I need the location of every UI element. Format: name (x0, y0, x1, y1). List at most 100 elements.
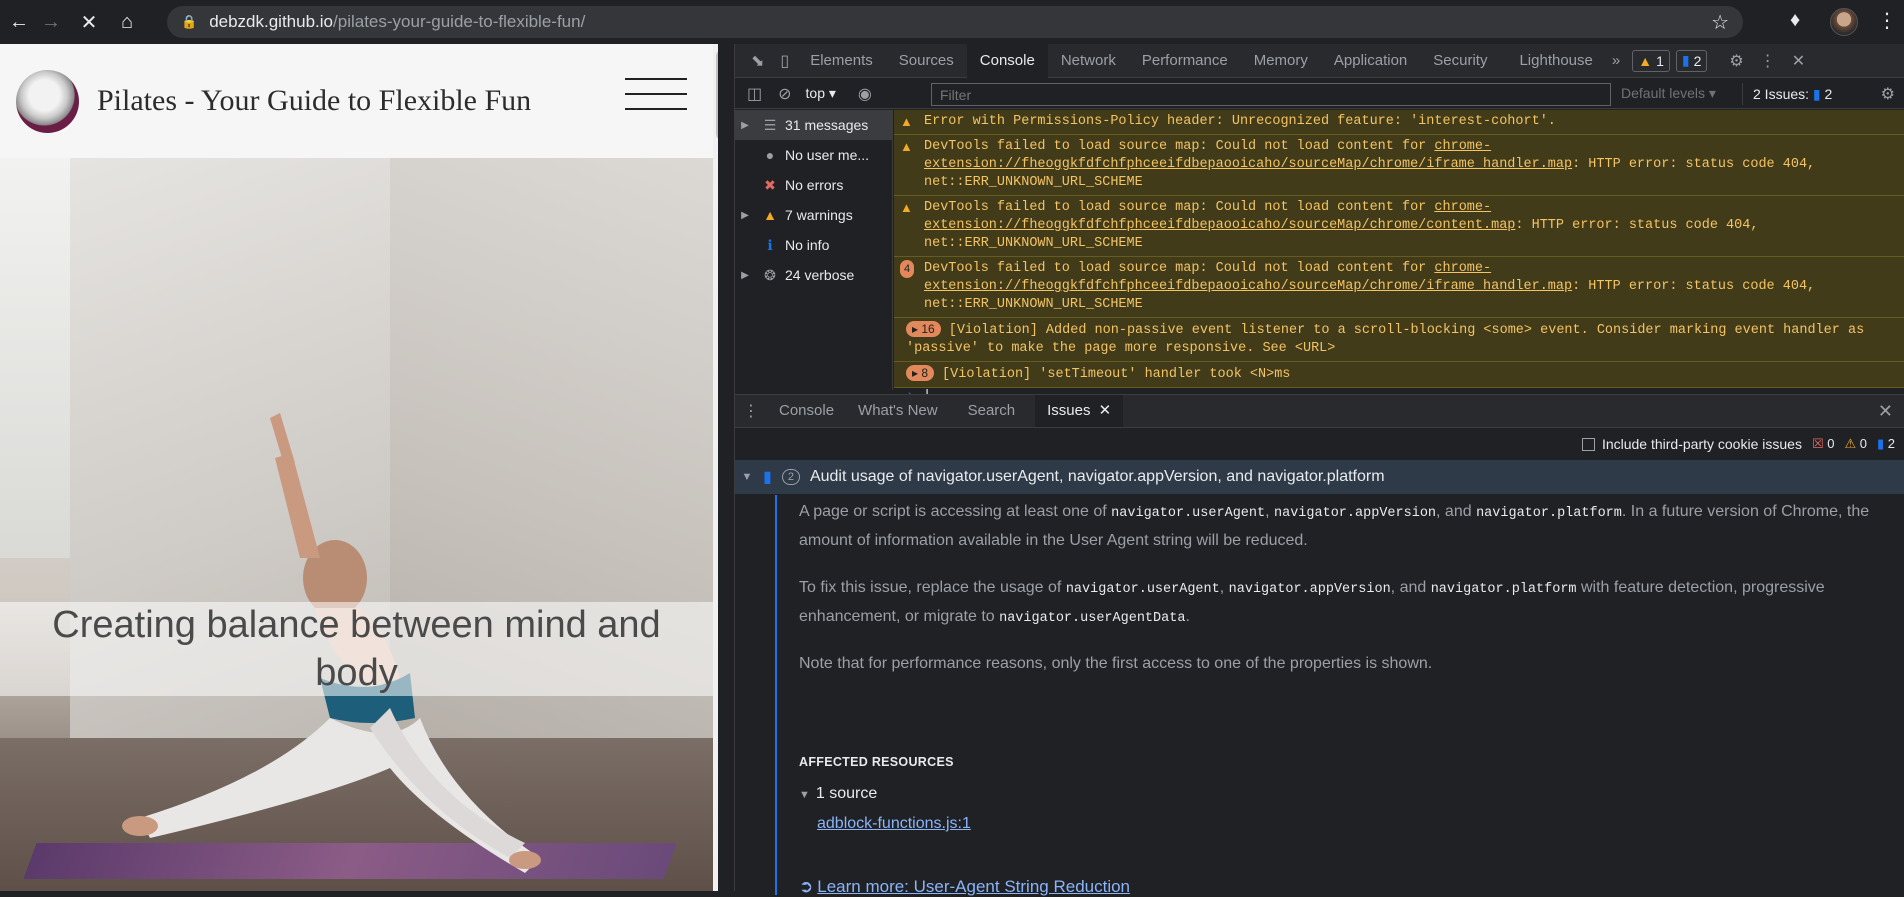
sidebar-item-messages[interactable]: ▶ ☰ 31 messages (735, 110, 892, 140)
site-header: Pilates - Your Guide to Flexible Fun (0, 44, 718, 158)
issues-toolbar: Include third-party cookie issues ☒ 0 ⚠ … (735, 429, 1904, 459)
warning-icon: ▲ (1638, 52, 1653, 69)
drawer-tab-issues[interactable]: Issues ✕ (1035, 395, 1124, 427)
console-settings-icon[interactable]: ⚙ (1873, 84, 1903, 104)
warnings-badge[interactable]: ▲ 1 (1632, 49, 1670, 72)
hero-banner: Creating balance between mind and body (0, 602, 713, 696)
warning-icon: ⚠ (1844, 436, 1857, 451)
inspect-element-icon[interactable]: ⬊ (743, 51, 772, 71)
settings-gear-icon[interactable]: ⚙ (1721, 51, 1751, 71)
console-message[interactable]: 4 DevTools failed to load source map: Cou… (894, 257, 1904, 318)
site-title: Pilates - Your Guide to Flexible Fun (97, 84, 532, 117)
lock-icon[interactable]: 🔒 (181, 14, 197, 30)
back-button[interactable]: ← (6, 9, 32, 35)
issue-icon: ▮ (1681, 52, 1690, 68)
bookmark-star-icon[interactable]: ☆ (1711, 10, 1729, 35)
drawer-tab-console[interactable]: Console (767, 395, 846, 427)
warning-icon: ▲ (900, 200, 913, 215)
tab-network[interactable]: Network (1048, 44, 1129, 78)
stop-loading-button[interactable]: ✕ (76, 9, 102, 35)
console-message[interactable]: ▲ DevTools failed to load source map: Cou… (894, 135, 1904, 196)
close-drawer-icon[interactable]: ✕ (1878, 401, 1893, 422)
drawer-tab-whats-new[interactable]: What's New (846, 395, 950, 427)
web-page-viewport: Pilates - Your Guide to Flexible Fun Cre… (0, 44, 718, 891)
tab-sources[interactable]: Sources (886, 44, 967, 78)
avatar[interactable] (1830, 8, 1858, 36)
source-count-toggle[interactable]: ▼ 1 source (799, 785, 877, 803)
device-toolbar-icon[interactable]: ▯ (772, 51, 797, 71)
sidebar-item-info[interactable]: ℹ No info (735, 230, 892, 260)
sidebar-item-warnings[interactable]: ▶ ▲ 7 warnings (735, 200, 892, 230)
info-count: ▮ 2 (1876, 436, 1895, 451)
sidebar-item-errors[interactable]: ✖ No errors (735, 170, 892, 200)
hero-text: Creating balance between mind and body (52, 604, 661, 694)
sidebar-item-verbose[interactable]: ▶ ❂ 24 verbose (735, 260, 892, 290)
tab-lighthouse[interactable]: Lighthouse (1506, 44, 1605, 78)
devtools-menu-icon[interactable]: ⋮ (1752, 51, 1784, 71)
issues-badge[interactable]: ▮ 2 (1675, 49, 1708, 72)
close-devtools-icon[interactable]: ✕ (1784, 51, 1813, 71)
drawer-menu-icon[interactable]: ⋮ (735, 401, 767, 421)
expand-arrow-icon: ▼ (799, 789, 810, 801)
tab-elements[interactable]: Elements (797, 44, 886, 78)
tab-security[interactable]: Security (1420, 44, 1500, 78)
drawer-tab-search[interactable]: Search (956, 395, 1028, 427)
tab-console[interactable]: Console (966, 43, 1048, 78)
console-message[interactable]: ▸ 8 [Violation] 'setTimeout' handler took… (894, 362, 1904, 388)
list-icon: ☰ (763, 116, 777, 133)
issues-button[interactable]: 2 Issues: ▮ 2 (1742, 83, 1842, 105)
tab-application[interactable]: Application (1321, 44, 1420, 78)
issue-note: Note that for performance reasons, only … (799, 655, 1433, 672)
third-party-cookie-checkbox[interactable] (1581, 437, 1595, 451)
hero-image: Creating balance between mind and body (0, 158, 713, 891)
issue-icon: ▮ (1876, 436, 1885, 451)
console-message[interactable]: ▲ DevTools failed to load source map: Cou… (894, 196, 1904, 257)
clear-console-icon[interactable]: ⊘ (770, 84, 799, 104)
issue-details: A page or script is accessing at least o… (775, 495, 1904, 897)
hamburger-menu-icon[interactable] (625, 78, 687, 118)
expand-arrow-icon[interactable]: ▼ (735, 471, 759, 483)
repeat-count-badge[interactable]: ▸ 16 (906, 321, 941, 337)
close-tab-icon[interactable]: ✕ (1099, 402, 1112, 419)
console-message[interactable]: ▸ 16 [Violation] Added non-passive event … (894, 318, 1904, 362)
affected-source-link[interactable]: adblock-functions.js:1 (817, 815, 971, 833)
console-filter-input[interactable] (931, 83, 1611, 106)
context-selector[interactable]: top ▾ (806, 85, 836, 102)
error-icon: ☒ (1811, 436, 1824, 451)
error-icon: ✖ (764, 176, 776, 193)
third-party-cookie-label: Include third-party cookie issues (1601, 436, 1802, 452)
tab-memory[interactable]: Memory (1241, 44, 1321, 78)
learn-more-link[interactable]: ➲ Learn more: User-Agent String Reduction (799, 877, 1130, 897)
console-toolbar: ◫ ⊘ top ▾ ◉ Default levels ▾ 2 Issues: ▮… (735, 79, 1904, 109)
sidebar-item-user-messages[interactable]: ● No user me... (735, 140, 892, 170)
warning-icon: ▲ (763, 207, 777, 223)
devtools-tabbar: ⬊ ▯ Elements Sources Console Network Per… (735, 43, 1904, 78)
site-logo[interactable] (16, 70, 79, 133)
forward-button[interactable]: → (38, 9, 64, 35)
default-levels-dropdown[interactable]: Default levels ▾ (1621, 85, 1716, 102)
tab-performance[interactable]: Performance (1129, 44, 1241, 78)
issue-icon: ▮ (1812, 86, 1821, 102)
home-button[interactable]: ⌂ (114, 9, 140, 35)
issue-header[interactable]: ▼ ▮ 2 Audit usage of navigator.userAgent… (735, 460, 1904, 494)
sidebar-toggle-icon[interactable]: ◫ (739, 84, 770, 104)
issue-count-badge: 2 (781, 469, 800, 485)
issue-title: Audit usage of navigator.userAgent, navi… (809, 468, 1385, 485)
url-text: debzdk.github.io/pilates-your-guide-to-f… (209, 12, 586, 31)
issue-description: A page or script is accessing at least o… (799, 503, 1870, 549)
warning-count: ⚠ 0 (1844, 436, 1867, 451)
repeat-count-badge: 4 (900, 260, 915, 278)
page-scrollbar-thumb[interactable] (716, 50, 718, 140)
issue-fix-description: To fix this issue, replace the usage of … (799, 579, 1825, 626)
extensions-icon[interactable]: ♦ (1790, 9, 1800, 32)
affected-resources-heading: AFFECTED RESOURCES (799, 755, 954, 769)
repeat-count-badge[interactable]: ▸ 8 (906, 365, 935, 381)
drawer-tabbar: ⋮ Console What's New Search Issues ✕ ✕ (735, 394, 1904, 428)
live-expression-eye-icon[interactable]: ◉ (850, 84, 880, 104)
bug-icon: ❂ (764, 266, 776, 283)
more-tabs-button[interactable]: » (1606, 44, 1626, 78)
page-scrollbar[interactable] (713, 44, 718, 891)
more-menu-icon[interactable]: ⋮ (1877, 8, 1897, 33)
console-message[interactable]: ▲ Error with Permissions-Policy header: U… (894, 110, 1904, 135)
address-bar[interactable]: 🔒 debzdk.github.io/pilates-your-guide-to… (167, 6, 1743, 38)
